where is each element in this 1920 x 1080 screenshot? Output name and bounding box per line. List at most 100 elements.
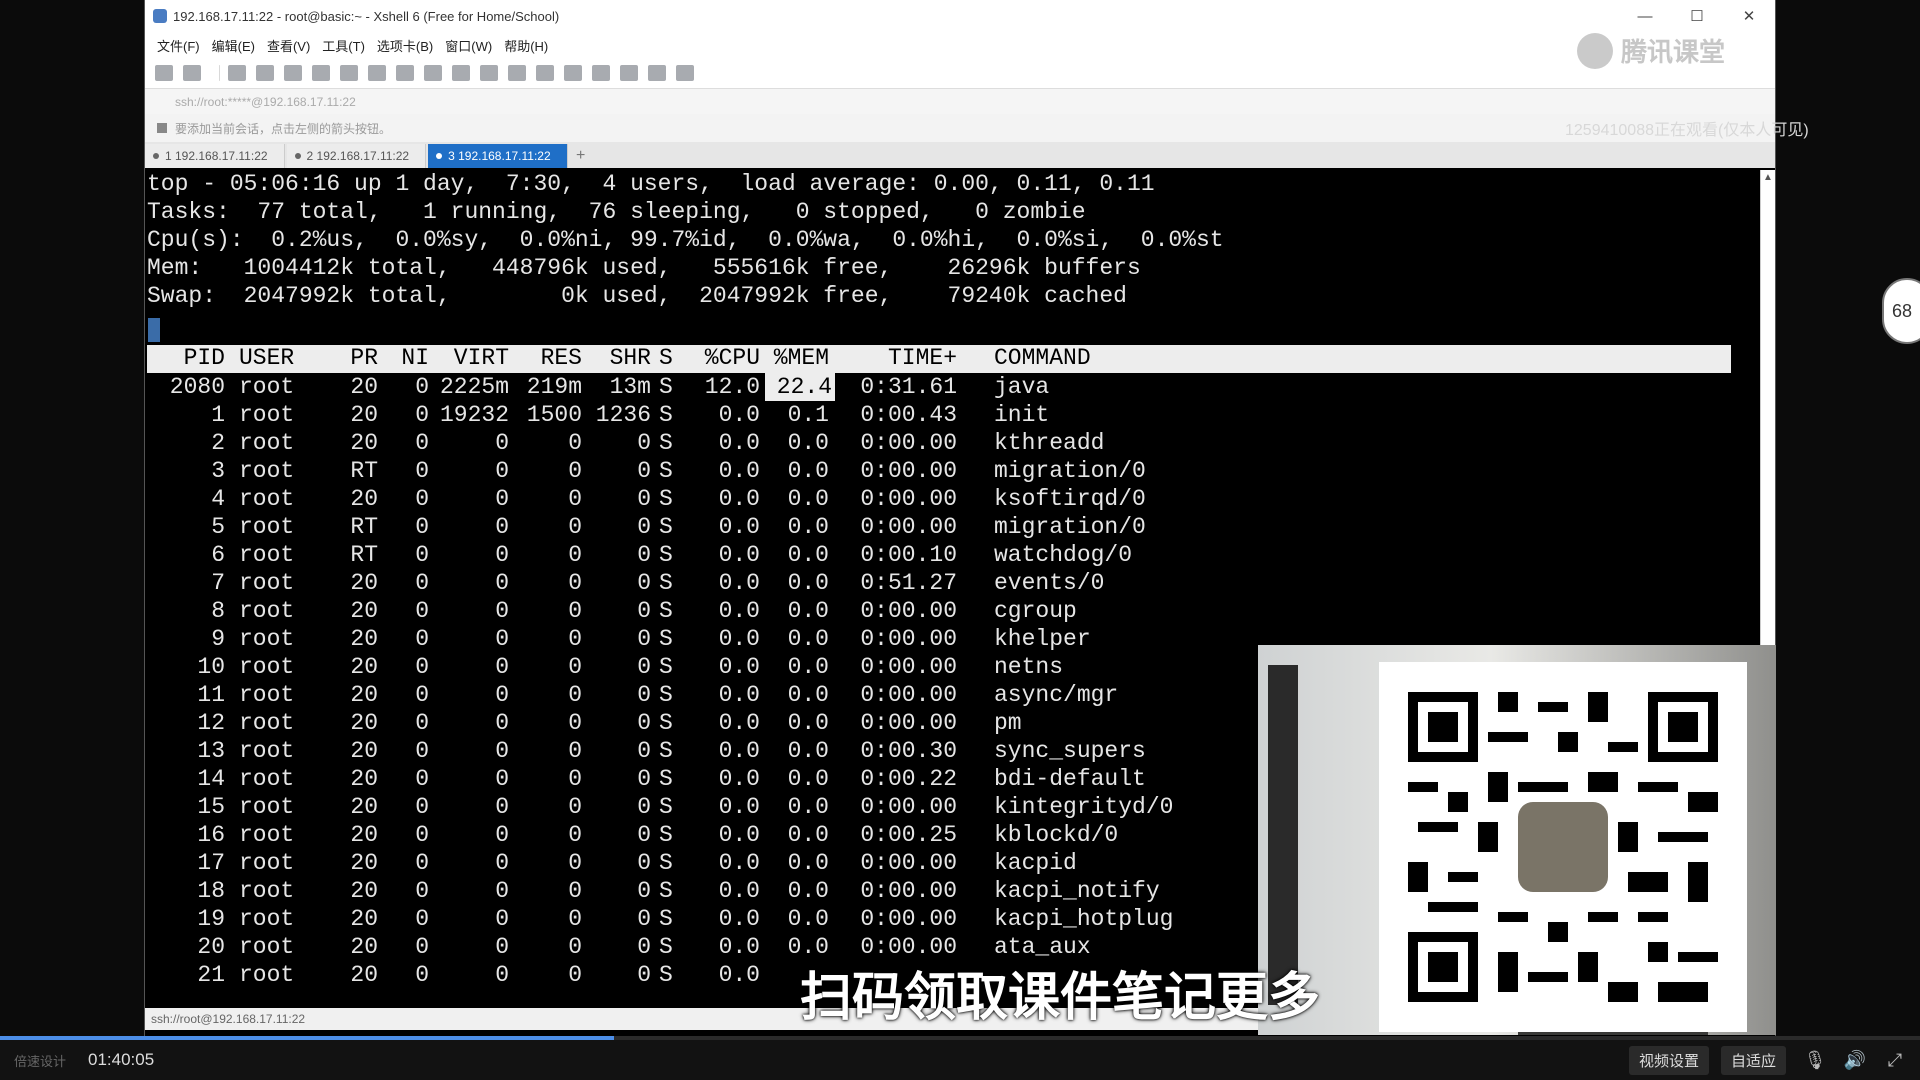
cell-shr: 0 — [637, 794, 651, 820]
cell-state: S — [659, 794, 673, 820]
cell-mem: 0.0 — [787, 458, 829, 484]
cell-cpu: 0.0 — [718, 542, 760, 568]
cell-pid: 7 — [211, 570, 225, 596]
cell-virt: 0 — [495, 486, 509, 512]
cell-pid: 10 — [197, 654, 225, 680]
close-button[interactable]: ✕ — [1723, 0, 1775, 32]
cell-state: S — [659, 542, 673, 568]
tab-label: 1 192.168.17.11:22 — [165, 149, 268, 163]
scroll-up-icon[interactable]: ▲ — [1761, 170, 1775, 184]
cell-user: root — [239, 598, 295, 624]
session-tab-3[interactable]: 3 192.168.17.11:22 — [428, 144, 568, 168]
maximize-button[interactable]: ☐ — [1671, 0, 1723, 32]
cell-mem: 0.0 — [787, 766, 829, 792]
cell-mem: 0.0 — [787, 626, 829, 652]
cell-shr: 0 — [637, 906, 651, 932]
cell-mem: 0.0 — [787, 542, 829, 568]
cell-res: 0 — [568, 794, 582, 820]
sftp-icon[interactable] — [452, 65, 470, 81]
copy-icon[interactable] — [228, 65, 246, 81]
address-bar[interactable]: ssh://root:*****@192.168.17.11:22 — [145, 88, 1775, 114]
volume-icon[interactable]: 🔊 — [1844, 1049, 1866, 1071]
cell-ni: 0 — [415, 430, 429, 456]
cell-pid: 15 — [197, 794, 225, 820]
search-icon[interactable] — [312, 65, 330, 81]
keyboard-icon[interactable] — [536, 65, 554, 81]
cell-time: 0:00.00 — [860, 850, 957, 876]
fullscreen-toggle-icon[interactable] — [480, 65, 498, 81]
new-session-icon[interactable] — [155, 65, 173, 81]
video-settings-button[interactable]: 视频设置 — [1628, 1045, 1709, 1075]
cell-time: 0:00.43 — [860, 402, 957, 428]
menu-edit[interactable]: 编辑(E) — [212, 36, 255, 55]
cell-pid: 9 — [211, 626, 225, 652]
transfer-icon[interactable] — [424, 65, 442, 81]
side-badge[interactable]: 68 — [1882, 278, 1920, 344]
globe-icon[interactable] — [368, 65, 386, 81]
cell-mem: 22.4 — [765, 373, 835, 401]
highlight-icon[interactable] — [396, 65, 414, 81]
help-icon[interactable] — [648, 65, 666, 81]
print-icon[interactable] — [340, 65, 358, 81]
cell-time: 0:00.22 — [860, 766, 957, 792]
cell-virt: 0 — [495, 906, 509, 932]
cell-virt: 0 — [495, 570, 509, 596]
menu-file[interactable]: 文件(F) — [157, 36, 200, 55]
menu-window[interactable]: 窗口(W) — [445, 36, 492, 55]
menu-help[interactable]: 帮助(H) — [504, 36, 548, 55]
cell-res: 0 — [568, 654, 582, 680]
add-tab-button[interactable]: + — [570, 144, 592, 168]
cell-command: events/0 — [994, 570, 1105, 596]
paste-icon[interactable] — [256, 65, 274, 81]
cell-ni: 0 — [415, 962, 429, 988]
fullscreen-icon[interactable]: ⤢ — [1884, 1049, 1906, 1071]
cell-time: 0:00.00 — [860, 654, 957, 680]
cell-cpu: 0.0 — [718, 486, 760, 512]
cell-user: root — [239, 850, 295, 876]
cell-cpu: 0.0 — [718, 934, 760, 960]
mic-icon[interactable]: 🎙 — [1804, 1049, 1827, 1071]
menu-tools[interactable]: 工具(T) — [322, 36, 365, 55]
tab-status-icon — [436, 153, 443, 159]
lock-icon[interactable] — [508, 65, 526, 81]
session-tab-1[interactable]: 1 192.168.17.11:22 — [145, 144, 285, 168]
arrow-flag-icon[interactable] — [157, 123, 167, 133]
compose-icon[interactable] — [592, 65, 610, 81]
cell-shr: 0 — [637, 962, 651, 988]
cell-state: S — [659, 934, 673, 960]
cell-shr: 1236 — [595, 402, 651, 428]
webcam-background — [1268, 665, 1298, 1005]
cell-state: S — [659, 710, 673, 736]
cell-pid: 20 — [197, 934, 225, 960]
toolbar-divider — [219, 65, 220, 81]
cell-ni: 0 — [415, 794, 429, 820]
menu-tab[interactable]: 选项卡(B) — [377, 36, 433, 55]
cell-time: 0:00.10 — [860, 542, 957, 568]
speed-label[interactable]: 倍速设计 — [14, 1051, 66, 1070]
cell-time: 0:00.00 — [860, 906, 957, 932]
cell-time: 0:51.27 — [860, 570, 957, 596]
minimize-button[interactable]: — — [1619, 0, 1671, 32]
video-player-bar: 倍速设计 01:40:05 视频设置 自适应 🎙 🔊 ⤢ — [0, 1040, 1920, 1080]
cell-state: S — [659, 906, 673, 932]
xshell-app-icon — [153, 9, 167, 23]
cell-pid: 4 — [211, 486, 225, 512]
reconnect-icon[interactable] — [284, 65, 302, 81]
session-tab-2[interactable]: 2 192.168.17.11:22 — [286, 144, 427, 168]
cell-user: root — [239, 626, 295, 652]
process-table-header: PID USER PR NI VIRT RES SHR S %CPU %MEM … — [147, 345, 1731, 373]
fit-screen-button[interactable]: 自适应 — [1720, 1045, 1786, 1075]
cell-state: S — [659, 962, 673, 988]
menu-view[interactable]: 查看(V) — [267, 36, 310, 55]
cell-shr: 13m — [609, 374, 651, 400]
chat-icon[interactable] — [676, 65, 694, 81]
cell-command: kacpi_notify — [994, 878, 1160, 904]
layout-icon[interactable] — [620, 65, 638, 81]
cell-mem: 0.0 — [787, 738, 829, 764]
cell-time: 0:00.00 — [860, 682, 957, 708]
script-icon[interactable] — [564, 65, 582, 81]
cell-shr: 0 — [637, 458, 651, 484]
cell-virt: 0 — [495, 654, 509, 680]
open-folder-icon[interactable] — [183, 65, 201, 81]
cell-shr: 0 — [637, 570, 651, 596]
